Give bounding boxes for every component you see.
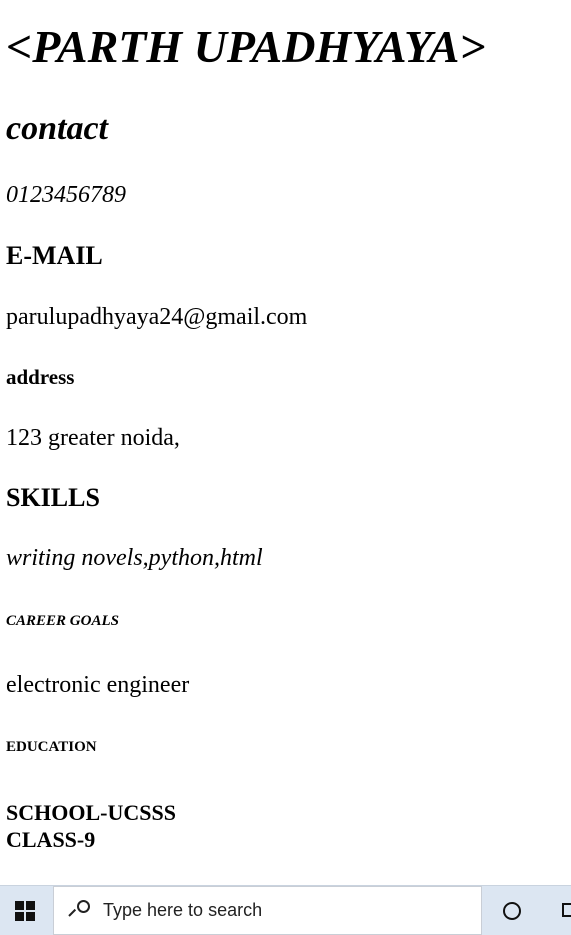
email-address: parulupadhyaya24@gmail.com [6, 304, 308, 330]
email-heading: E-MAIL [6, 241, 103, 270]
taskbar-search-box[interactable]: Type here to search [53, 886, 482, 935]
contact-heading: contact [6, 110, 108, 147]
education-class: CLASS-9 [6, 827, 96, 852]
address-text: 123 greater noida, [6, 425, 180, 451]
skills-heading: SKILLS [6, 483, 100, 512]
task-view-button[interactable] [548, 886, 571, 935]
resume-name-heading: <PARTH UPADHYAYA> [6, 21, 486, 72]
search-icon [66, 898, 92, 924]
start-button[interactable] [0, 886, 50, 935]
education-details: SCHOOL-UCSSS CLASS-9 [6, 799, 176, 853]
address-heading: address [6, 365, 75, 389]
phone-number: 0123456789 [6, 182, 126, 208]
cortana-icon [503, 901, 521, 920]
windows-taskbar: Type here to search [0, 885, 571, 935]
windows-logo-icon [15, 900, 35, 921]
education-school: SCHOOL-UCSSS [6, 800, 176, 825]
education-heading: EDUCATION [6, 739, 97, 755]
skills-text: writing novels,python,html [6, 545, 263, 571]
task-view-icon [562, 903, 571, 917]
career-goals-heading: CAREER GOALS [6, 613, 119, 629]
search-placeholder: Type here to search [103, 900, 263, 920]
career-goals-text: electronic engineer [6, 672, 190, 698]
cortana-button[interactable] [488, 886, 536, 935]
